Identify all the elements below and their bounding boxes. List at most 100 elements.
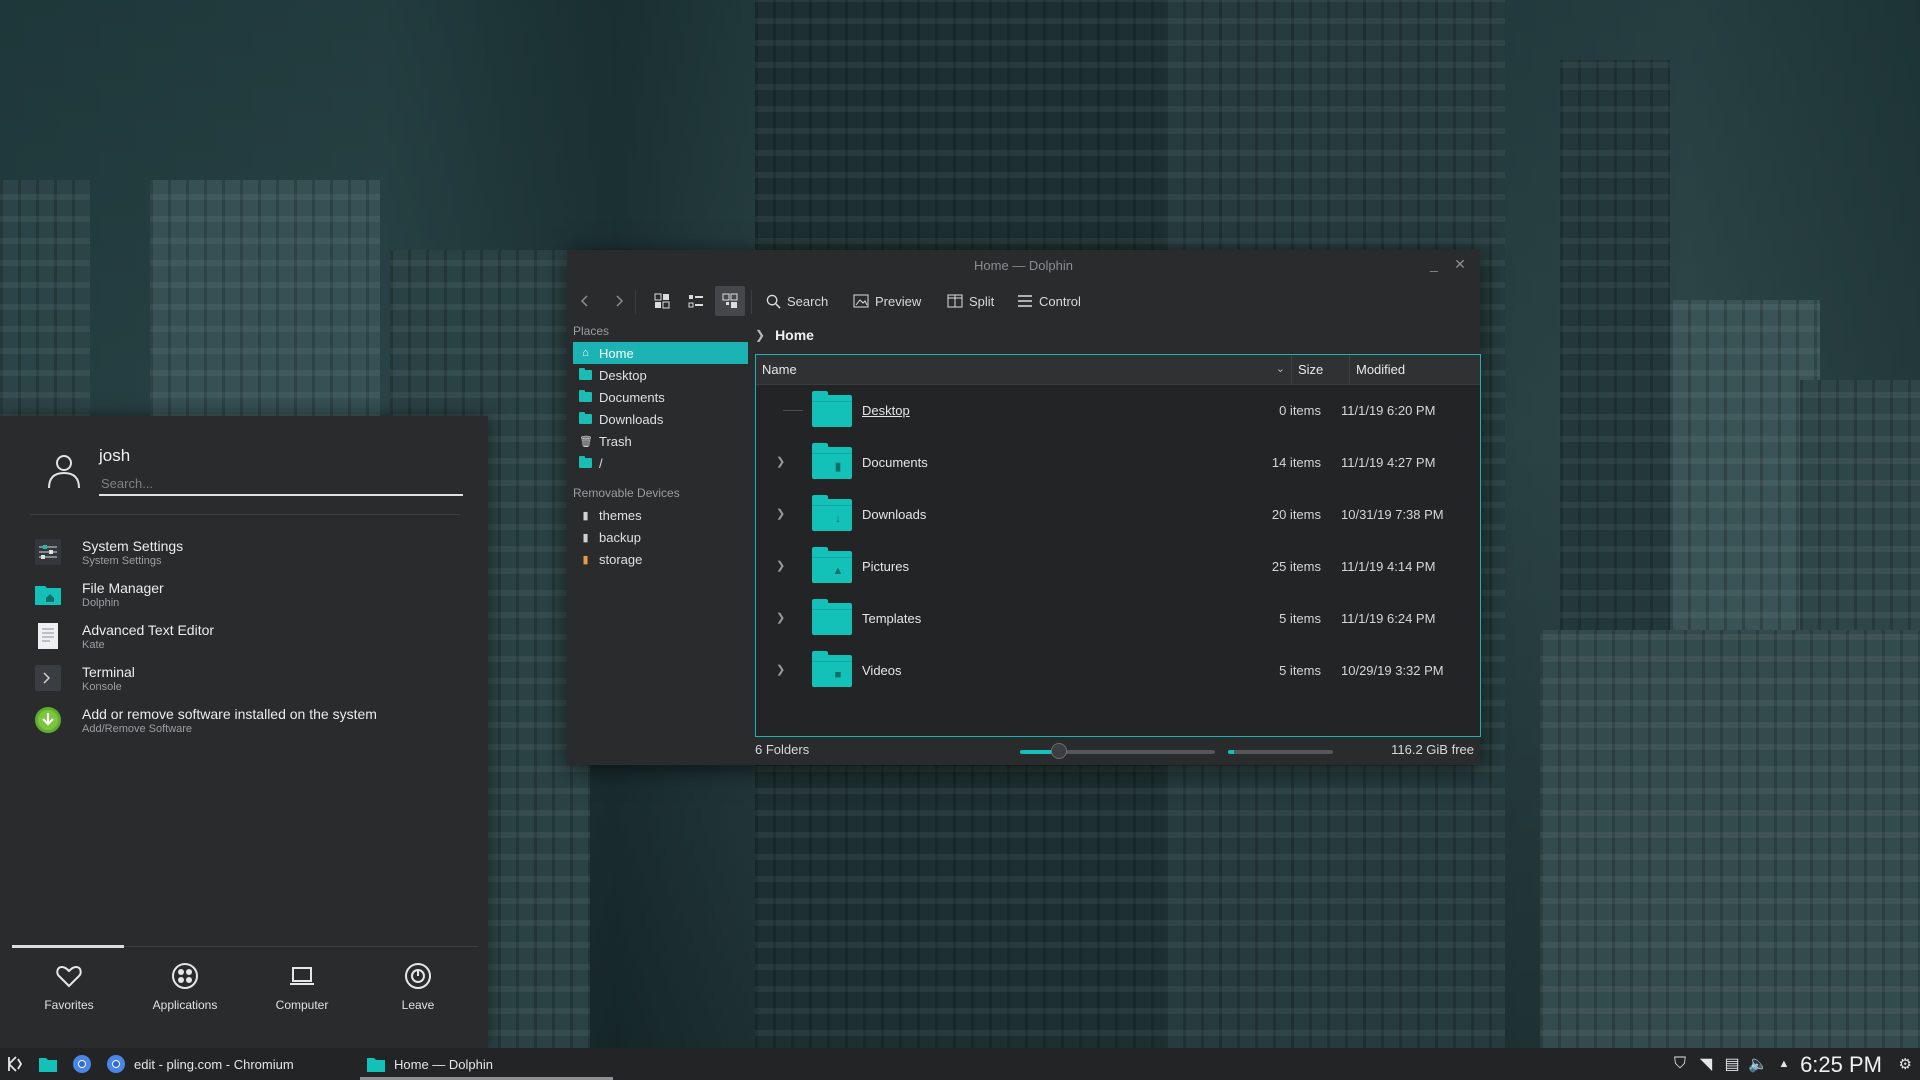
favorite-add-remove-software[interactable]: Add or remove software installed on the … (34, 702, 474, 744)
power-icon (405, 963, 431, 989)
drive-icon: ▮ (582, 553, 589, 566)
favorite-terminal[interactable]: Terminal Konsole (34, 660, 474, 702)
expand-chevron-icon[interactable]: ❯ (776, 455, 785, 468)
folder-icon (579, 368, 592, 380)
place-desktop[interactable]: Desktop (573, 364, 748, 386)
close-icon[interactable]: ✕ (1452, 256, 1468, 272)
volume-icon[interactable]: 🔈 (1745, 1054, 1771, 1074)
app-subtitle: Konsole (82, 681, 122, 693)
folder-icon (579, 456, 592, 468)
forward-icon (616, 295, 624, 307)
icons-view-button[interactable] (647, 286, 677, 316)
folder-icon (812, 391, 852, 427)
search-button[interactable]: Search (766, 284, 828, 318)
file-view[interactable]: Name ⌄ Size Modified Desktop 0 items 11/… (755, 354, 1481, 737)
file-name[interactable]: Pictures (862, 559, 909, 574)
table-row[interactable]: ❯ ■ Videos 5 items 10/29/19 3:32 PM (756, 645, 1480, 697)
table-row[interactable]: ❯ ↓ Downloads 20 items 10/31/19 7:38 PM (756, 489, 1480, 541)
shield-icon[interactable]: ⛉ (1667, 1055, 1693, 1073)
device-themes[interactable]: ▮ themes (573, 504, 748, 526)
zoom-slider-handle[interactable] (1051, 743, 1067, 759)
chromium-icon (107, 1055, 125, 1073)
zoom-slider[interactable] (1020, 743, 1215, 759)
file-name[interactable]: Videos (862, 663, 902, 678)
file-name[interactable]: Downloads (862, 507, 926, 522)
table-row[interactable]: ❯ ▲ Pictures 25 items 11/1/19 4:14 PM (756, 541, 1480, 593)
place-trash[interactable]: 🗑 Trash (573, 430, 748, 452)
breadcrumb-home[interactable]: Home (775, 327, 814, 343)
title-bar[interactable]: Home — Dolphin _ ✕ (567, 250, 1480, 280)
tab-favorites[interactable]: Favorites (19, 962, 119, 1012)
tab-computer[interactable]: Computer (252, 962, 352, 1012)
table-row[interactable]: ❯ Templates 5 items 11/1/19 6:24 PM (756, 593, 1480, 645)
tab-leave[interactable]: Leave (368, 962, 468, 1012)
place-home[interactable]: ⌂ Home (573, 342, 748, 364)
back-button[interactable] (577, 284, 593, 318)
tab-label: Leave (401, 998, 435, 1012)
free-space-bar (1228, 750, 1333, 754)
tab-applications[interactable]: Applications (135, 962, 235, 1012)
task-chromium[interactable]: edit - pling.com - Chromium (106, 1048, 346, 1080)
place-documents[interactable]: Documents (573, 386, 748, 408)
wifi-icon[interactable]: ◥ (1693, 1054, 1719, 1074)
details-view-button[interactable] (715, 286, 745, 316)
file-size: 14 items (1271, 455, 1321, 470)
task-label: edit - pling.com - Chromium (134, 1056, 294, 1072)
favorite-file-manager[interactable]: File Manager Dolphin (34, 576, 474, 618)
place-downloads[interactable]: Downloads (573, 408, 748, 430)
videos-folder-icon: ■ (812, 651, 852, 687)
sort-chevron-down-icon[interactable]: ⌄ (1276, 355, 1285, 384)
breadcrumb[interactable]: ❯ Home (755, 324, 814, 346)
favorite-system-settings[interactable]: System Settings System Settings (34, 534, 474, 576)
expand-chevron-icon[interactable]: ❯ (776, 611, 785, 624)
launcher-search-input[interactable] (99, 472, 463, 496)
preview-button[interactable]: Preview (853, 284, 921, 318)
search-icon (766, 294, 781, 309)
device-storage[interactable]: ▮ storage (573, 548, 748, 570)
clipboard-icon[interactable]: ▤ (1719, 1054, 1745, 1074)
free-space-label: 116.2 GiB free (1391, 742, 1474, 757)
chromium-launcher[interactable] (72, 1048, 92, 1080)
forward-button[interactable] (611, 284, 627, 318)
column-modified[interactable]: Modified (1349, 355, 1480, 384)
place-label: / (599, 455, 603, 471)
table-row[interactable]: Desktop 0 items 11/1/19 6:20 PM (756, 385, 1480, 437)
kde-menu-button[interactable] (6, 1048, 24, 1080)
file-name[interactable]: Documents (862, 455, 928, 470)
file-name[interactable]: Templates (862, 611, 921, 626)
place-root[interactable]: / (573, 452, 748, 474)
dolphin-launcher[interactable] (38, 1048, 58, 1080)
expand-chevron-icon[interactable]: ❯ (776, 559, 785, 572)
compact-view-button[interactable] (681, 286, 711, 316)
column-name[interactable]: Name ⌄ (756, 355, 1291, 384)
apps-icon (172, 963, 198, 989)
expand-chevron-icon[interactable]: ❯ (776, 507, 785, 520)
split-icon (947, 294, 963, 308)
file-modified: 11/1/19 6:24 PM (1341, 611, 1436, 626)
tray-expand-icon[interactable]: ▲ (1771, 1058, 1797, 1070)
file-name[interactable]: Desktop (862, 403, 910, 418)
user-avatar-icon[interactable] (44, 450, 84, 490)
expand-chevron-icon[interactable]: ❯ (776, 663, 785, 676)
dolphin-icon (367, 1058, 385, 1072)
active-tab-indicator (12, 945, 124, 948)
table-row[interactable]: ❯ ▮ Documents 14 items 11/1/19 4:27 PM (756, 437, 1480, 489)
tab-label: Applications (152, 998, 218, 1012)
control-button[interactable]: Control (1017, 284, 1081, 318)
favorite-text-editor[interactable]: Advanced Text Editor Kate (34, 618, 474, 660)
tab-label: Favorites (44, 998, 94, 1012)
split-button[interactable]: Split (947, 284, 994, 318)
column-size[interactable]: Size (1291, 355, 1349, 384)
device-label: storage (599, 551, 643, 567)
clock[interactable]: 6:25 PM (1800, 1052, 1882, 1078)
app-subtitle: System Settings (82, 555, 162, 567)
documents-folder-icon: ▮ (812, 443, 852, 479)
app-title: Add or remove software installed on the … (82, 706, 377, 722)
device-backup[interactable]: ▮ backup (573, 526, 748, 548)
minimize-icon[interactable]: _ (1426, 256, 1442, 272)
task-dolphin[interactable]: Home — Dolphin (360, 1048, 613, 1080)
templates-folder-icon (812, 599, 852, 635)
panel-settings-button[interactable]: ⚙ (1899, 1048, 1912, 1080)
file-size: 0 items (1279, 403, 1321, 418)
pictures-folder-icon: ▲ (812, 547, 852, 583)
